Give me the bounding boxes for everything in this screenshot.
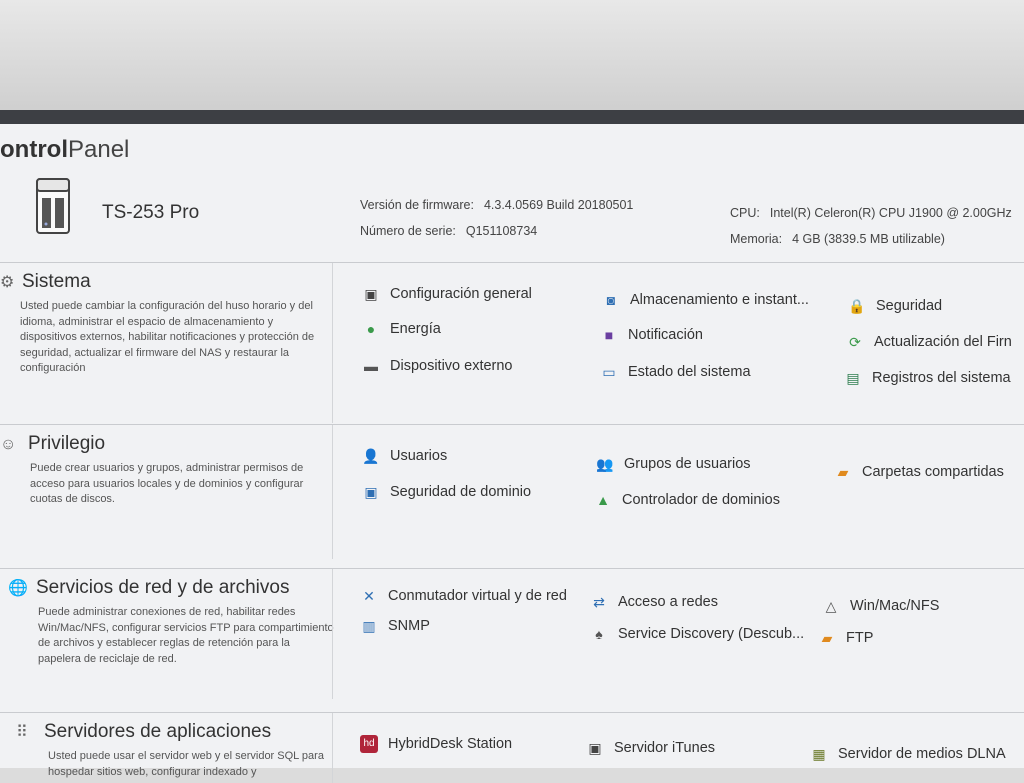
network-switch-icon: ✕ xyxy=(363,588,375,604)
section-sistema: ⚙ Sistema Usted puede cambiar la configur… xyxy=(0,262,1024,423)
memory-info: Memoria: 4 GB (3839.5 MB utilizable) xyxy=(730,232,945,246)
device-model: TS-253 Pro xyxy=(102,202,200,223)
apps-grid-icon: ⠿ xyxy=(16,724,28,741)
section-title-aplicaciones: ⠿ Servidores de aplicaciones xyxy=(16,721,272,742)
item-hybriddesk-station[interactable]: hd HybridDesk Station xyxy=(360,735,512,753)
cpu-value: Intel(R) Celeron(R) CPU J1900 @ 2.00GHz xyxy=(769,206,1012,220)
domain-controller-icon: ▲ xyxy=(596,492,610,508)
memory-label: Memoria: xyxy=(730,232,783,246)
serial-value: Q151108734 xyxy=(465,224,538,238)
device-info: TS-253 Pro Versión de firmware: 4.3.4.056… xyxy=(0,174,1024,250)
ftp-icon: ▰ xyxy=(821,630,833,646)
domain-security-icon: ▣ xyxy=(364,484,378,500)
triangle-icon: △ xyxy=(825,598,837,614)
serial-label: Número de serie: xyxy=(360,224,456,238)
section-desc-privilegio: Puede crear usuarios y grupos, administr… xyxy=(30,462,304,505)
bar-chart-icon: ▥ xyxy=(362,618,376,634)
section-privilegio: ☺ Privilegio Puede crear usuarios y grupo… xyxy=(0,424,1024,559)
item-win-mac-nfs[interactable]: △ Win/Mac/NFS xyxy=(822,597,940,615)
gear-icon: ⚙ xyxy=(0,274,15,291)
hybriddesk-icon: hd xyxy=(360,735,378,753)
log-icon: ▤ xyxy=(846,370,860,386)
item-ftp[interactable]: ▰ FTP xyxy=(818,629,874,647)
external-drive-icon: ▬ xyxy=(364,358,378,374)
user-group-icon: 👥 xyxy=(596,456,614,472)
item-estado-sistema[interactable]: ▭ Estado del sistema xyxy=(600,363,750,381)
network-access-icon: ⇄ xyxy=(593,594,605,610)
media-server-icon: ▦ xyxy=(812,746,826,762)
section-divider xyxy=(332,425,333,559)
user-icon: 👤 xyxy=(362,448,380,464)
monitor-bezel xyxy=(0,0,1024,112)
item-registros-sistema[interactable]: ▤ Registros del sistema xyxy=(844,369,1010,387)
item-snmp[interactable]: ▥ SNMP xyxy=(360,617,430,635)
section-divider xyxy=(332,263,333,423)
firmware-info: Versión de firmware: 4.3.4.0569 Build 201… xyxy=(360,198,633,212)
firmware-value: 4.3.4.0569 Build 20180501 xyxy=(483,198,634,212)
chat-bubble-icon: ■ xyxy=(604,327,614,343)
discovery-icon: ♠ xyxy=(595,626,603,642)
item-energia[interactable]: ● Energía xyxy=(362,320,441,338)
section-desc-red: Puede administrar conexiones de red, hab… xyxy=(38,606,334,665)
app-title: ontrolPanel xyxy=(0,136,129,166)
shared-folder-icon: ▰ xyxy=(837,464,849,480)
itunes-server-icon: ▣ xyxy=(588,740,602,756)
section-desc-sistema: Usted puede cambiar la configuración del… xyxy=(20,300,315,374)
section-red-archivos: 🌐 Servicios de red y de archivos Puede ad… xyxy=(0,568,1024,699)
item-seguridad-dominio[interactable]: ▣ Seguridad de dominio xyxy=(362,483,531,501)
item-controlador-dominios[interactable]: ▲ Controlador de dominios xyxy=(594,491,780,509)
section-divider xyxy=(332,713,333,783)
settings-window-icon: ▣ xyxy=(364,286,378,302)
monitor-icon: ▭ xyxy=(602,364,616,380)
firmware-label: Versión de firmware: xyxy=(360,198,474,212)
item-configuracion-general[interactable]: ▣ Configuración general xyxy=(362,285,532,303)
item-dispositivo-externo[interactable]: ▬ Dispositivo externo xyxy=(362,357,513,375)
item-servidor-dlna[interactable]: ▦ Servidor de medios DLNA xyxy=(810,745,1005,763)
item-carpetas-compartidas[interactable]: ▰ Carpetas compartidas xyxy=(834,463,1004,481)
app-title-rest: Panel xyxy=(67,136,130,163)
item-almacenamiento[interactable]: ◙ Almacenamiento e instant... xyxy=(602,291,809,309)
cpu-info: CPU: Intel(R) Celeron(R) CPU J1900 @ 2.00… xyxy=(730,206,1012,220)
update-icon: ⟳ xyxy=(849,334,861,350)
section-divider xyxy=(332,569,333,699)
item-actualizacion-firmware[interactable]: ⟳ Actualización del Firn xyxy=(846,333,1012,351)
serial-info: Número de serie: Q151108734 xyxy=(360,224,537,238)
lock-icon: 🔒 xyxy=(848,298,866,314)
item-service-discovery[interactable]: ♠ Service Discovery (Descub... xyxy=(590,625,804,643)
section-desc-aplicaciones: Usted puede usar el servidor web y el se… xyxy=(48,750,324,778)
memory-value: 4 GB (3839.5 MB utilizable) xyxy=(792,232,945,246)
user-outline-icon: ☺ xyxy=(0,436,17,453)
power-bulb-icon: ● xyxy=(366,321,376,337)
globe-icon: 🌐 xyxy=(8,580,28,597)
section-title-sistema: ⚙ Sistema xyxy=(0,271,91,292)
control-panel-window: ontrolPanel TS-253 Pro Versión de firmwa… xyxy=(0,110,1024,783)
cpu-label: CPU: xyxy=(730,206,760,220)
item-grupos-usuarios[interactable]: 👥 Grupos de usuarios xyxy=(596,455,750,473)
app-title-bold: ontrol xyxy=(0,136,68,163)
nas-device-icon xyxy=(36,178,70,234)
section-aplicaciones: ⠿ Servidores de aplicaciones Usted puede … xyxy=(0,712,1024,783)
item-seguridad[interactable]: 🔒 Seguridad xyxy=(848,297,942,315)
storage-icon: ◙ xyxy=(606,292,616,308)
item-notificacion[interactable]: ■ Notificación xyxy=(600,326,703,344)
item-usuarios[interactable]: 👤 Usuarios xyxy=(362,447,447,465)
section-title-privilegio: ☺ Privilegio xyxy=(0,433,106,454)
item-conmutador-virtual[interactable]: ✕ Conmutador virtual y de red xyxy=(360,587,567,605)
section-title-red: 🌐 Servicios de red y de archivos xyxy=(8,577,290,598)
item-acceso-redes[interactable]: ⇄ Acceso a redes xyxy=(590,593,718,611)
item-servidor-itunes[interactable]: ▣ Servidor iTunes xyxy=(586,739,715,757)
